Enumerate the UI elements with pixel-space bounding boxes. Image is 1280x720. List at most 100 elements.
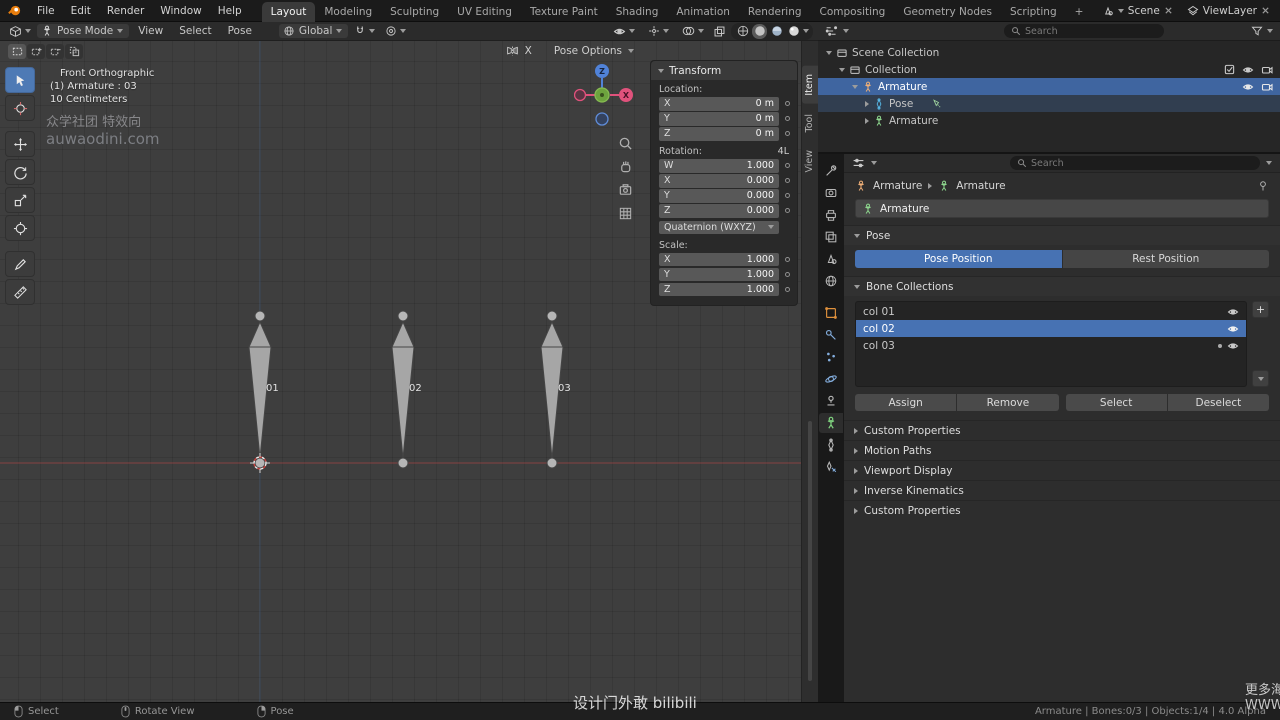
- tab-uv-editing[interactable]: UV Editing: [448, 2, 521, 22]
- tab-tool-icon[interactable]: [819, 161, 843, 181]
- expand-icon[interactable]: [826, 50, 832, 55]
- tab-output-icon[interactable]: [819, 205, 843, 225]
- breadcrumb-object[interactable]: Armature: [873, 180, 922, 192]
- expand-icon[interactable]: [852, 84, 858, 89]
- unlink-scene-icon[interactable]: [1164, 6, 1173, 15]
- eye-icon[interactable]: [1242, 64, 1254, 76]
- decorator-icon[interactable]: [782, 256, 792, 262]
- rotation-badge[interactable]: 4L: [778, 146, 789, 157]
- tree-row-scene-collection[interactable]: Scene Collection: [818, 44, 1280, 61]
- tab-physics-icon[interactable]: [819, 369, 843, 389]
- outliner-search-input[interactable]: [1025, 25, 1157, 37]
- menu-file[interactable]: File: [29, 0, 63, 21]
- pose-position-button[interactable]: Pose Position: [855, 250, 1062, 268]
- expand-icon[interactable]: [865, 117, 869, 124]
- chevron-down-icon[interactable]: [1266, 161, 1272, 165]
- list-item-col-02[interactable]: col 02: [856, 320, 1246, 337]
- tool-annotate[interactable]: [5, 251, 35, 277]
- perspective-toggle-icon[interactable]: [616, 204, 634, 222]
- mirror-x-label[interactable]: X: [525, 45, 532, 57]
- outliner-editor-icon[interactable]: [825, 25, 838, 37]
- rotation-z-field[interactable]: Z 0.000: [659, 204, 779, 218]
- tab-scripting[interactable]: Scripting: [1001, 2, 1066, 22]
- camera-icon[interactable]: [1261, 81, 1273, 93]
- tab-particles-icon[interactable]: [819, 347, 843, 367]
- tool-cursor[interactable]: [5, 95, 35, 121]
- tree-row-pose[interactable]: Pose: [818, 95, 1280, 112]
- tab-animation[interactable]: Animation: [667, 2, 739, 22]
- sidebar-tab-item[interactable]: Item: [802, 66, 818, 104]
- chevron-down-icon[interactable]: [843, 29, 849, 33]
- list-item-col-03[interactable]: col 03: [856, 337, 1246, 354]
- tab-shading[interactable]: Shading: [607, 2, 668, 22]
- menu-render[interactable]: Render: [99, 0, 152, 21]
- scale-z-field[interactable]: Z 1.000: [659, 282, 779, 296]
- location-y-field[interactable]: Y0 m: [659, 112, 779, 126]
- decorator-icon[interactable]: [782, 101, 792, 107]
- remove-button[interactable]: Remove: [957, 394, 1059, 411]
- select-mode-intersect-icon[interactable]: [65, 43, 83, 59]
- pose-options-label[interactable]: Pose Options: [554, 45, 622, 57]
- expand-icon[interactable]: [839, 67, 845, 72]
- tree-row-armature-data[interactable]: Armature: [818, 112, 1280, 129]
- tab-rendering[interactable]: Rendering: [739, 2, 811, 22]
- decorator-icon[interactable]: [782, 193, 792, 199]
- rest-position-button[interactable]: Rest Position: [1062, 250, 1269, 268]
- breadcrumb-data[interactable]: Armature: [956, 180, 1005, 192]
- gizmos-dropdown[interactable]: [644, 24, 673, 38]
- list-item-col-01[interactable]: col 01: [856, 303, 1246, 320]
- panel-motion-paths[interactable]: Motion Paths: [844, 440, 1280, 460]
- tool-measure[interactable]: [5, 279, 35, 305]
- scale-y-field[interactable]: Y 1.000: [659, 267, 779, 281]
- shading-solid-icon[interactable]: [752, 23, 767, 39]
- mode-dropdown[interactable]: Pose Mode: [37, 24, 130, 38]
- tab-object-data-icon[interactable]: [819, 413, 843, 433]
- camera-view-icon[interactable]: [616, 180, 634, 198]
- decorator-icon[interactable]: [782, 271, 792, 277]
- tab-world-icon[interactable]: [819, 271, 843, 291]
- pose-panel-header[interactable]: Pose: [844, 225, 1280, 245]
- zoom-icon[interactable]: [616, 134, 634, 152]
- outliner-search[interactable]: [1004, 24, 1164, 38]
- transform-panel-header[interactable]: Transform: [651, 61, 797, 80]
- rotation-mode-dropdown[interactable]: Quaternion (WXYZ): [659, 220, 779, 234]
- tab-modifiers-icon[interactable]: [819, 325, 843, 345]
- mirror-icon[interactable]: [506, 45, 519, 57]
- tab-sculpting[interactable]: Sculpting: [381, 2, 448, 22]
- unlink-viewlayer-icon[interactable]: [1261, 6, 1270, 15]
- select-button[interactable]: Select: [1065, 394, 1167, 411]
- assign-button[interactable]: Assign: [855, 394, 957, 411]
- menu-help[interactable]: Help: [210, 0, 250, 21]
- tab-layout[interactable]: Layout: [261, 1, 316, 22]
- rotation-w-field[interactable]: W 1.000: [659, 159, 779, 173]
- bone-collections-specials-button[interactable]: [1252, 370, 1269, 387]
- shading-wireframe-icon[interactable]: [735, 24, 750, 39]
- menu-select[interactable]: Select: [172, 25, 218, 37]
- pin-icon[interactable]: [1257, 180, 1269, 192]
- expand-icon[interactable]: [865, 100, 869, 107]
- editor-type-button[interactable]: [5, 24, 35, 39]
- tool-scale[interactable]: [5, 187, 35, 213]
- shading-material-icon[interactable]: [769, 24, 784, 39]
- add-collection-button[interactable]: +: [1252, 301, 1269, 318]
- navigation-gizmo[interactable]: Z X: [574, 57, 638, 135]
- properties-search-input[interactable]: [1031, 157, 1253, 169]
- add-workspace-button[interactable]: +: [1066, 2, 1093, 22]
- select-mode-subtract-icon[interactable]: [46, 43, 64, 59]
- properties-search[interactable]: [1010, 156, 1260, 170]
- armature-name-field[interactable]: Armature: [855, 199, 1269, 218]
- select-mode-extend-icon[interactable]: [27, 43, 45, 59]
- tab-bone-constraints-icon[interactable]: [819, 457, 843, 477]
- tool-select-box[interactable]: [5, 67, 35, 93]
- tab-texture-paint[interactable]: Texture Paint: [521, 2, 607, 22]
- chevron-down-icon[interactable]: [871, 161, 877, 165]
- proportional-editing-toggle[interactable]: [381, 24, 410, 38]
- scene-selector[interactable]: Scene: [1102, 5, 1173, 17]
- visibility-dropdown[interactable]: [609, 24, 639, 39]
- menu-view[interactable]: View: [131, 25, 170, 37]
- eye-icon[interactable]: [1227, 306, 1239, 318]
- menu-edit[interactable]: Edit: [63, 0, 99, 21]
- gizmo-z-neg-axis[interactable]: [595, 112, 609, 126]
- eye-icon[interactable]: [1227, 340, 1239, 352]
- decorator-icon[interactable]: [782, 286, 792, 292]
